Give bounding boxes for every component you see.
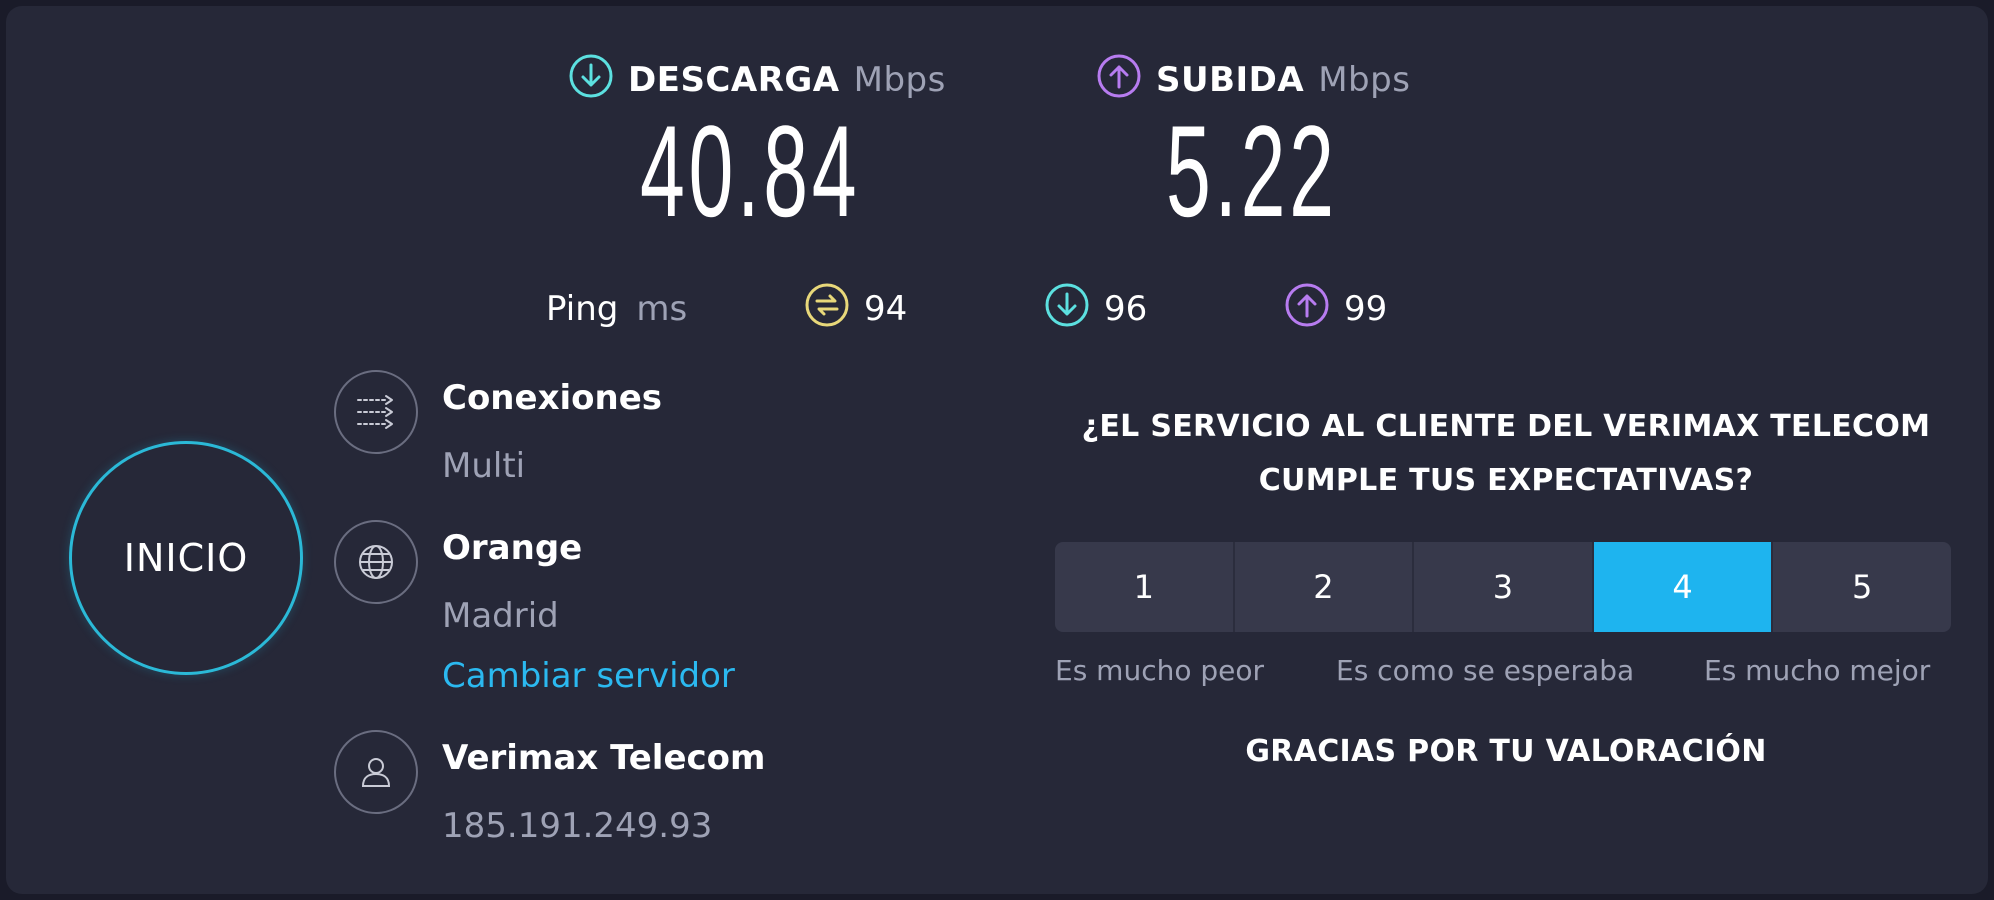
download-arrow-icon	[568, 53, 614, 108]
survey-question: ¿EL SERVICIO AL CLIENTE DEL VERIMAX TELE…	[1046, 400, 1966, 508]
upload-speed-value: 5.22	[1166, 98, 1338, 244]
survey-thanks-message: GRACIAS POR TU VALORACIÓN	[1245, 734, 1767, 769]
ping-label-group: Ping ms	[546, 284, 687, 334]
download-label: DESCARGA	[628, 60, 840, 100]
provider-title: Verimax Telecom	[442, 738, 766, 778]
connections-title: Conexiones	[442, 378, 663, 418]
upload-unit: Mbps	[1318, 60, 1411, 100]
ping-idle-value: 94	[864, 289, 908, 329]
ping-label: Ping	[546, 289, 619, 329]
speedtest-result-panel: DESCARGA Mbps 40.84 SUBIDA Mbps 5.22 Pin…	[6, 6, 1988, 894]
survey-question-line2: CUMPLE TUS EXPECTATIVAS?	[1258, 463, 1754, 498]
rating-label-high: Es mucho mejor	[1704, 654, 1931, 687]
start-button[interactable]: INICIO	[69, 441, 303, 675]
server-title: Orange	[442, 528, 583, 568]
ping-unit: ms	[636, 289, 688, 329]
ping-upload: 99	[1284, 282, 1388, 337]
download-unit: Mbps	[853, 60, 946, 100]
upload-arrow-icon	[1096, 53, 1142, 108]
rating-option-5[interactable]: 5	[1773, 542, 1951, 632]
rating-option-1[interactable]: 1	[1055, 542, 1235, 632]
rating-option-3[interactable]: 3	[1414, 542, 1594, 632]
survey-question-line1: ¿EL SERVICIO AL CLIENTE DEL VERIMAX TELE…	[1081, 409, 1931, 444]
upload-label: SUBIDA	[1156, 60, 1305, 100]
provider-ip: 185.191.249.93	[442, 806, 713, 846]
globe-icon	[334, 520, 418, 604]
ping-download-icon	[1044, 282, 1090, 337]
connections-icon	[334, 370, 418, 454]
ping-upload-value: 99	[1344, 289, 1388, 329]
rating-option-2[interactable]: 2	[1234, 542, 1415, 632]
user-icon	[334, 730, 418, 814]
rating-label-mid: Es como se esperaba	[1336, 654, 1635, 687]
download-speed-value: 40.84	[640, 98, 861, 244]
change-server-link[interactable]: Cambiar servidor	[442, 656, 735, 696]
ping-upload-icon	[1284, 282, 1330, 337]
ping-idle: 94	[804, 282, 908, 337]
rating-label-low: Es mucho peor	[1055, 654, 1265, 687]
ping-idle-icon	[804, 282, 850, 337]
connections-value: Multi	[442, 446, 526, 486]
ping-download: 96	[1044, 282, 1148, 337]
ping-download-value: 96	[1104, 289, 1148, 329]
rating-scale: 1 2 3 4 5	[1055, 542, 1951, 632]
server-location: Madrid	[442, 596, 559, 636]
rating-option-4[interactable]: 4	[1593, 542, 1774, 632]
